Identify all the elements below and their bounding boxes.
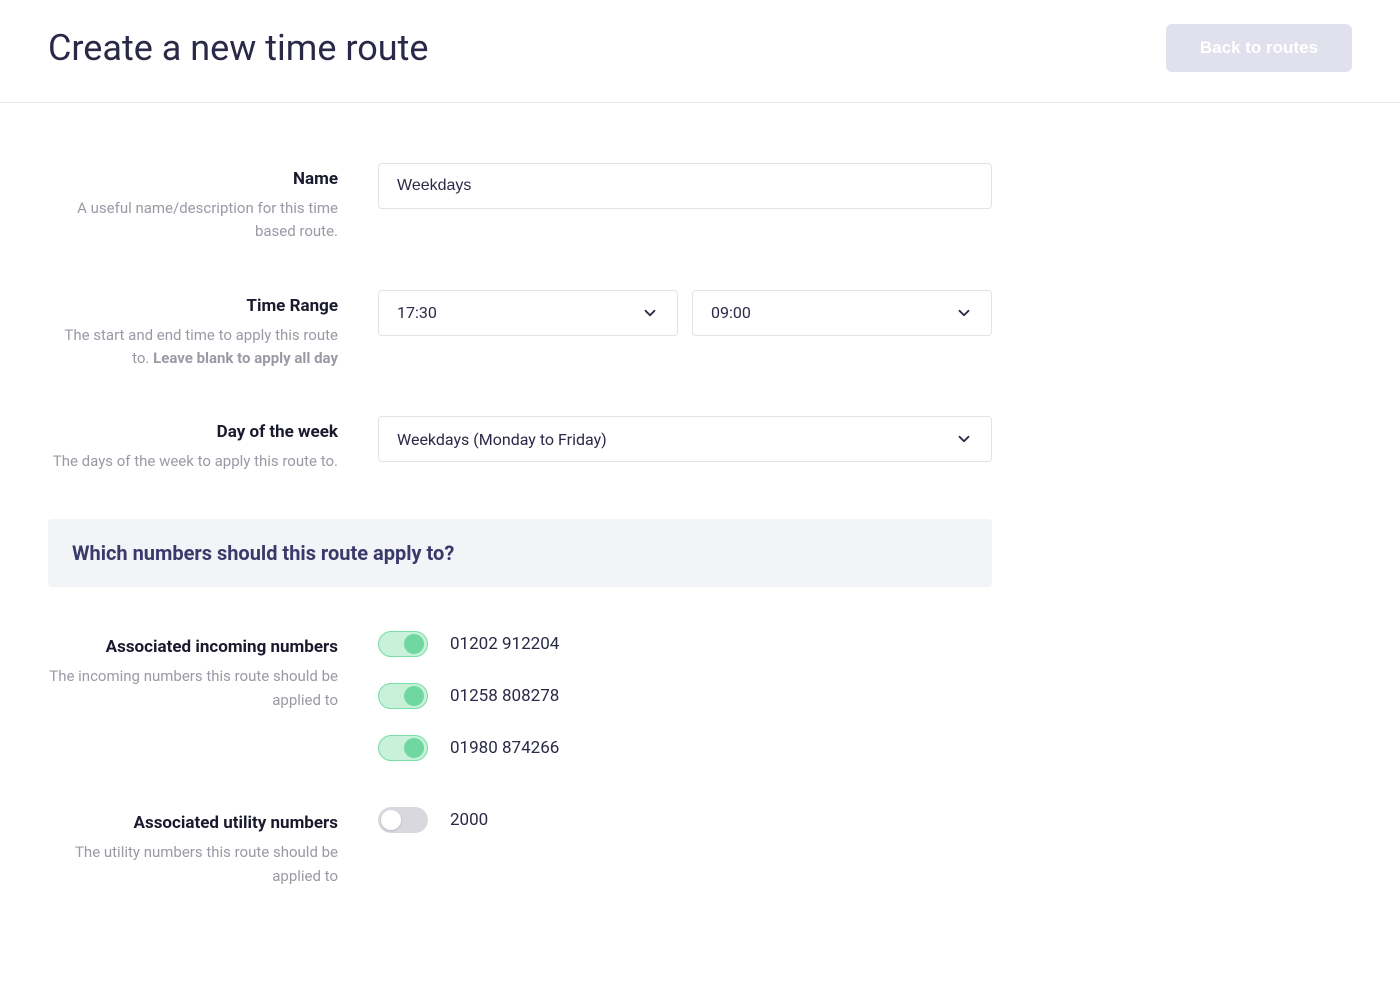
chevron-down-icon: [955, 304, 973, 322]
utility-numbers-label: Associated utility numbers: [48, 813, 338, 833]
back-to-routes-button[interactable]: Back to routes: [1166, 24, 1352, 72]
incoming-number-toggle[interactable]: [378, 735, 428, 761]
day-of-week-description: The days of the week to apply this route…: [48, 450, 338, 473]
time-start-value: 17:30: [397, 303, 437, 322]
chevron-down-icon: [641, 304, 659, 322]
incoming-number-toggle[interactable]: [378, 683, 428, 709]
incoming-number-number: 01980 874266: [450, 738, 559, 758]
utility-number-number: 2000: [450, 810, 488, 830]
toggle-knob: [404, 686, 424, 706]
incoming-number-number: 01258 808278: [450, 686, 559, 706]
incoming-number-number: 01202 912204: [450, 634, 559, 654]
name-label: Name: [48, 169, 338, 189]
name-description: A useful name/description for this time …: [48, 197, 338, 244]
chevron-down-icon: [955, 430, 973, 448]
time-range-label: Time Range: [48, 296, 338, 316]
time-range-description: The start and end time to apply this rou…: [48, 324, 338, 371]
time-range-desc-strong: Leave blank to apply all day: [153, 349, 338, 367]
time-end-value: 09:00: [711, 303, 751, 322]
toggle-knob: [381, 810, 401, 830]
incoming-number-toggle[interactable]: [378, 631, 428, 657]
utility-numbers-description: The utility numbers this route should be…: [48, 841, 338, 888]
section-title: Which numbers should this route apply to…: [72, 541, 968, 565]
day-of-week-select[interactable]: Weekdays (Monday to Friday): [378, 416, 992, 462]
page-title: Create a new time route: [48, 27, 428, 69]
name-input[interactable]: [378, 163, 992, 209]
toggle-knob: [404, 634, 424, 654]
time-end-select[interactable]: 09:00: [692, 290, 992, 336]
incoming-numbers-label: Associated incoming numbers: [48, 637, 338, 657]
time-start-select[interactable]: 17:30: [378, 290, 678, 336]
incoming-numbers-description: The incoming numbers this route should b…: [48, 665, 338, 712]
toggle-knob: [404, 738, 424, 758]
day-of-week-label: Day of the week: [48, 422, 338, 442]
utility-number-toggle[interactable]: [378, 807, 428, 833]
day-of-week-value: Weekdays (Monday to Friday): [397, 430, 607, 449]
